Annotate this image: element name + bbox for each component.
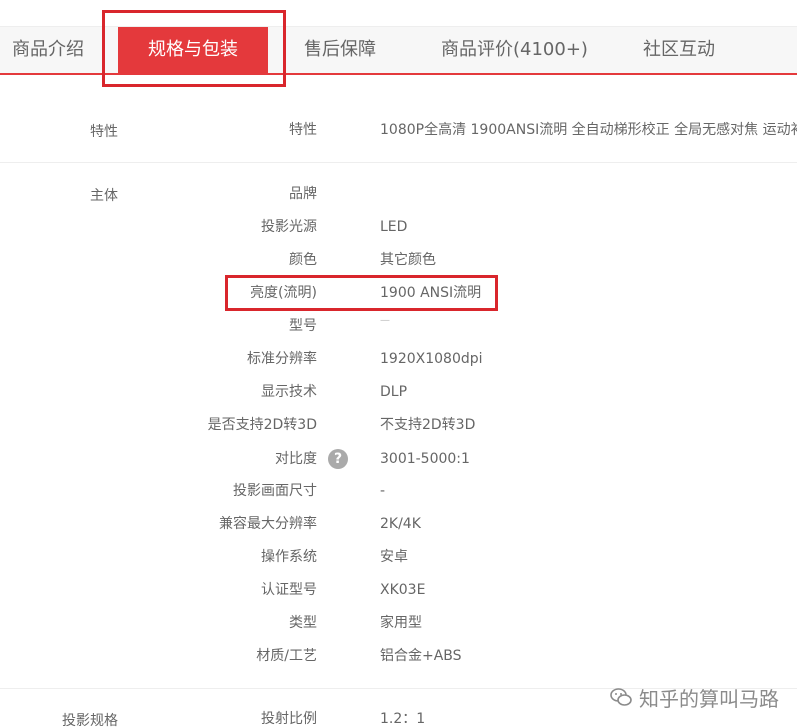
- spec-row: 型号 —: [0, 314, 797, 338]
- spec-row: 认证型号 XK03E: [0, 578, 797, 602]
- spec-row: 品牌: [0, 182, 797, 206]
- spec-key: 操作系统: [261, 549, 317, 565]
- spec-row-contrast: 对比度 ? 3001-5000:1: [0, 447, 797, 471]
- spec-key: 材质/工艺: [256, 648, 317, 664]
- spec-key: 品牌: [289, 186, 317, 202]
- spec-page: 商品介绍 规格与包装 售后保障 商品评价(4100+) 社区互动 特性 特性 1…: [0, 0, 797, 727]
- spec-value: 2K/4K: [380, 516, 421, 532]
- spec-value: -: [380, 483, 386, 499]
- tab-community[interactable]: 社区互动: [643, 27, 715, 73]
- spec-value: 不支持2D转3D: [380, 417, 476, 433]
- spec-key: 认证型号: [261, 582, 317, 598]
- tab-bar: 商品介绍 规格与包装 售后保障 商品评价(4100+) 社区互动: [0, 26, 797, 75]
- help-icon[interactable]: ?: [328, 449, 348, 469]
- spec-value: 其它颜色: [380, 252, 436, 268]
- spec-key: 投射比例: [261, 711, 317, 727]
- spec-value: 1080P全高清 1900ANSI流明 全自动梯形校正 全局无感对焦 运动补偿: [380, 122, 797, 138]
- tab-specs-packaging[interactable]: 规格与包装: [118, 27, 268, 73]
- spec-key: 兼容最大分辨率: [219, 516, 317, 532]
- spec-row: 是否支持2D转3D 不支持2D转3D: [0, 413, 797, 437]
- watermark-text: 知乎的算叫马路: [639, 686, 779, 711]
- spec-row: 特性 1080P全高清 1900ANSI流明 全自动梯形校正 全局无感对焦 运动…: [0, 118, 797, 142]
- spec-value: DLP: [380, 384, 408, 400]
- spec-value: XK03E: [380, 582, 426, 598]
- spec-value: LED: [380, 219, 408, 235]
- spec-row: 操作系统 安卓: [0, 545, 797, 569]
- spec-value: 1.2：1: [380, 711, 426, 727]
- section-divider: [0, 162, 797, 163]
- spec-key: 投影画面尺寸: [233, 483, 317, 499]
- spec-row: 兼容最大分辨率 2K/4K: [0, 512, 797, 536]
- spec-value: 3001-5000:1: [380, 451, 470, 467]
- spec-row: 投影画面尺寸 -: [0, 479, 797, 503]
- spec-row: 类型 家用型: [0, 611, 797, 635]
- spec-row: 颜色 其它颜色: [0, 248, 797, 272]
- watermark: 知乎的算叫马路: [609, 683, 779, 711]
- spec-row: 投影光源 LED: [0, 215, 797, 239]
- spec-key: 投影光源: [261, 219, 317, 235]
- spec-key: 特性: [289, 122, 317, 138]
- tab-product-intro[interactable]: 商品介绍: [12, 27, 84, 73]
- spec-key: 型号: [289, 318, 317, 334]
- tab-after-sales[interactable]: 售后保障: [304, 27, 376, 73]
- spec-key: 标准分辨率: [247, 351, 317, 367]
- spec-row: 材质/工艺 铝合金+ABS: [0, 644, 797, 668]
- spec-value: —: [380, 315, 390, 326]
- spec-value: 家用型: [380, 615, 422, 631]
- spec-key: 颜色: [289, 252, 317, 268]
- spec-row: 标准分辨率 1920X1080dpi: [0, 347, 797, 371]
- spec-key: 类型: [289, 615, 317, 631]
- spec-key: 是否支持2D转3D: [207, 417, 317, 433]
- spec-key: 对比度: [275, 451, 317, 467]
- spec-row: 显示技术 DLP: [0, 380, 797, 404]
- spec-value: 1920X1080dpi: [380, 351, 483, 367]
- spec-key: 显示技术: [261, 384, 317, 400]
- spec-value: 1900 ANSI流明: [380, 285, 482, 301]
- spec-row-brightness: 亮度(流明) 1900 ANSI流明: [0, 281, 797, 305]
- tab-reviews[interactable]: 商品评价(4100+): [441, 27, 588, 73]
- spec-value: 铝合金+ABS: [380, 648, 462, 664]
- spec-key: 亮度(流明): [250, 285, 317, 301]
- wechat-icon: [610, 688, 632, 706]
- spec-value: 安卓: [380, 549, 408, 565]
